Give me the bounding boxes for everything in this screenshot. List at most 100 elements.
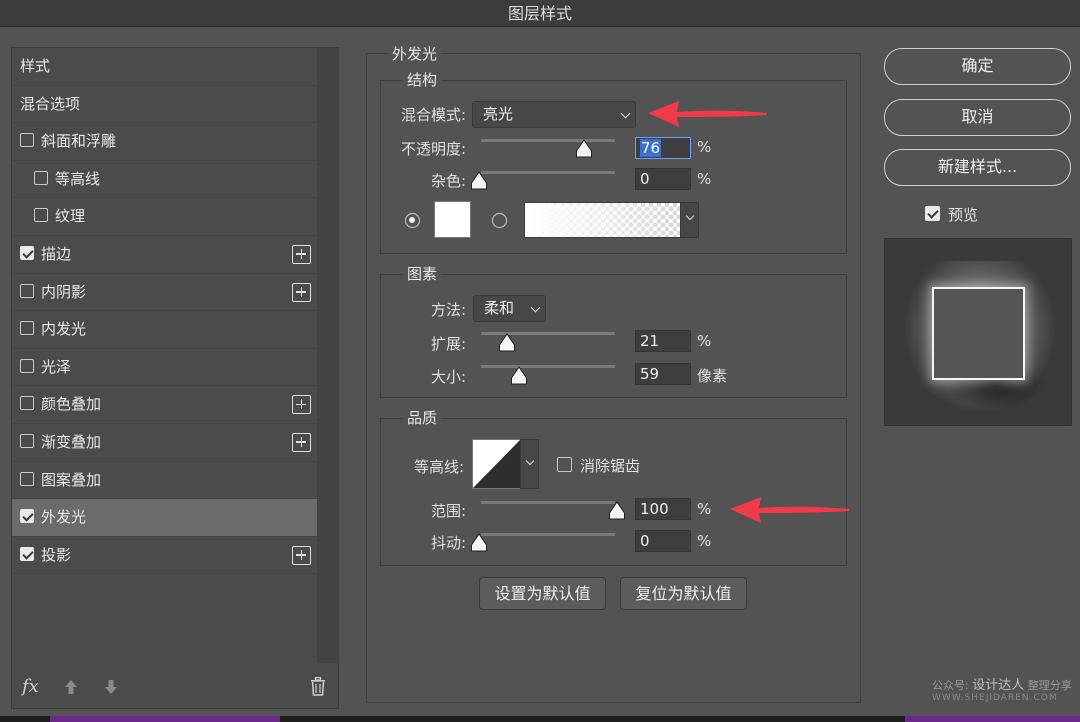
style-checkbox[interactable] <box>34 208 48 223</box>
style-list-item-label: 斜面和浮雕 <box>41 132 117 151</box>
add-style-plus-icon[interactable] <box>292 244 311 264</box>
opacity-unit: % <box>697 138 712 156</box>
technique-value: 柔和 <box>484 299 515 317</box>
ok-button[interactable]: 确定 <box>884 48 1071 85</box>
bottom-strip <box>0 716 1080 722</box>
chevron-down-icon <box>620 108 631 119</box>
range-unit: % <box>697 500 712 518</box>
glow-color-swatch[interactable] <box>434 201 471 238</box>
chevron-down-icon <box>530 302 541 313</box>
style-list-item[interactable]: 等高线 <box>12 161 317 199</box>
annotation-arrow-icon <box>648 101 767 127</box>
style-list-item-label: 图案叠加 <box>41 470 102 489</box>
jitter-label: 抖动: <box>430 534 466 552</box>
style-list-item-label: 描边 <box>41 244 72 263</box>
styles-list-footer: fx <box>12 666 338 708</box>
style-checkbox[interactable] <box>20 133 34 148</box>
range-slider-track[interactable] <box>481 501 615 504</box>
style-list-item[interactable]: 投影 <box>12 537 317 575</box>
technique-select[interactable]: 柔和 <box>473 295 546 322</box>
make-default-button[interactable]: 设置为默认值 <box>479 577 606 610</box>
cancel-button[interactable]: 取消 <box>884 99 1071 136</box>
style-list-item-label: 纹理 <box>55 207 86 226</box>
style-list-item-label: 光泽 <box>41 357 72 376</box>
range-input[interactable]: 100 <box>635 498 691 520</box>
spread-input[interactable]: 21 <box>635 330 691 352</box>
style-list-item-label: 颜色叠加 <box>41 395 102 414</box>
style-list-item[interactable]: 纹理 <box>12 198 317 236</box>
styles-list-panel: 样式混合选项斜面和浮雕等高线纹理描边内阴影内发光光泽颜色叠加渐变叠加图案叠加外发… <box>11 47 339 709</box>
style-checkbox[interactable] <box>20 433 34 448</box>
contour-dropdown-button[interactable] <box>520 439 539 489</box>
anti-alias-checkbox[interactable] <box>557 457 572 472</box>
style-list-item[interactable]: 图案叠加 <box>12 462 317 500</box>
noise-label: 杂色: <box>430 172 466 190</box>
reset-default-button[interactable]: 复位为默认值 <box>620 577 747 610</box>
dialog-title: 图层样式 <box>0 0 1080 27</box>
style-checkbox[interactable] <box>20 509 34 524</box>
jitter-slider-track[interactable] <box>481 533 615 536</box>
jitter-input[interactable]: 0 <box>635 530 691 552</box>
style-list-item[interactable]: 混合选项 <box>12 86 317 124</box>
preview-checkbox[interactable] <box>925 206 940 221</box>
annotation-arrow-icon <box>730 497 849 523</box>
style-list-item[interactable]: 外发光 <box>12 499 317 537</box>
style-list-item[interactable]: 内发光 <box>12 311 317 349</box>
gradient-radio[interactable] <box>492 213 507 228</box>
style-checkbox[interactable] <box>34 170 48 185</box>
arrow-up-icon[interactable] <box>64 679 78 695</box>
style-checkbox[interactable] <box>20 358 34 373</box>
style-checkbox[interactable] <box>20 283 34 298</box>
jitter-unit: % <box>697 532 712 550</box>
add-style-plus-icon[interactable] <box>292 282 311 302</box>
opacity-slider-track[interactable] <box>481 139 615 142</box>
quality-title: 品质 <box>403 407 442 428</box>
chevron-down-icon <box>525 456 535 466</box>
add-style-plus-icon[interactable] <box>292 545 311 565</box>
style-list-item[interactable]: 斜面和浮雕 <box>12 123 317 161</box>
size-input[interactable]: 59 <box>635 363 691 385</box>
gradient-dropdown-button[interactable] <box>680 202 699 238</box>
new-style-button[interactable]: 新建样式... <box>884 149 1071 186</box>
styles-list-scrollbar[interactable] <box>317 48 339 663</box>
spread-label: 扩展: <box>430 335 466 353</box>
noise-slider-track[interactable] <box>481 171 615 174</box>
style-list-item[interactable]: 样式 <box>12 48 317 86</box>
styles-list: 样式混合选项斜面和浮雕等高线纹理描边内阴影内发光光泽颜色叠加渐变叠加图案叠加外发… <box>12 48 317 575</box>
size-label: 大小: <box>430 368 466 386</box>
style-list-item[interactable]: 内阴影 <box>12 274 317 312</box>
solid-color-radio[interactable] <box>405 213 420 228</box>
style-list-item-label: 混合选项 <box>20 94 81 113</box>
add-style-plus-icon[interactable] <box>292 432 311 452</box>
structure-title: 结构 <box>403 69 442 90</box>
preview-square <box>932 287 1025 380</box>
fx-icon[interactable]: fx <box>22 676 39 697</box>
anti-alias-label: 消除锯齿 <box>580 457 641 475</box>
size-slider-track[interactable] <box>481 365 615 368</box>
outer-glow-title: 外发光 <box>388 43 442 64</box>
style-list-item[interactable]: 颜色叠加 <box>12 386 317 424</box>
contour-preview[interactable] <box>472 439 521 489</box>
style-list-item-label: 内发光 <box>41 320 87 339</box>
style-list-item[interactable]: 描边 <box>12 236 317 274</box>
style-checkbox[interactable] <box>20 546 34 561</box>
trash-icon[interactable] <box>310 677 326 696</box>
style-checkbox[interactable] <box>20 321 34 336</box>
contour-label: 等高线: <box>413 458 464 476</box>
glow-gradient-picker[interactable] <box>524 202 681 238</box>
style-list-item-label: 外发光 <box>41 508 87 527</box>
style-list-item[interactable]: 渐变叠加 <box>12 424 317 462</box>
style-list-item-label: 样式 <box>20 57 51 75</box>
opacity-input[interactable]: 76 <box>635 137 691 159</box>
style-checkbox[interactable] <box>20 245 34 260</box>
add-style-plus-icon[interactable] <box>292 395 311 415</box>
blend-mode-value: 亮光 <box>483 105 514 123</box>
style-list-item[interactable]: 光泽 <box>12 349 317 387</box>
spread-unit: % <box>697 332 712 350</box>
style-checkbox[interactable] <box>20 396 34 411</box>
noise-input[interactable]: 0 <box>635 168 691 190</box>
blend-mode-select[interactable]: 亮光 <box>472 101 636 128</box>
arrow-down-icon[interactable] <box>104 679 118 695</box>
style-checkbox[interactable] <box>20 471 34 486</box>
style-list-item-label: 等高线 <box>55 169 101 188</box>
